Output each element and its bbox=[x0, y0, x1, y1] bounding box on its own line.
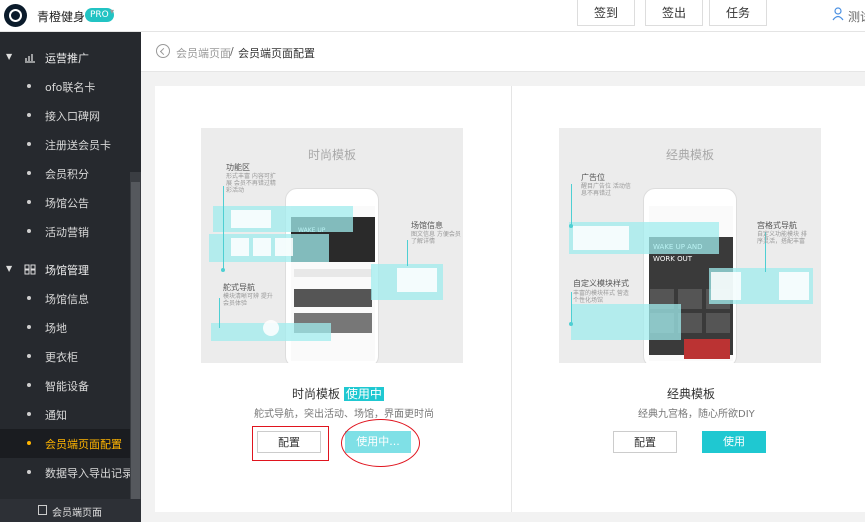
highlight-ellipse bbox=[341, 419, 420, 467]
annotation-rudder-nav: 舵式导航 bbox=[223, 283, 255, 292]
divider bbox=[511, 86, 512, 512]
template-desc-classic: 经典九宫格，随心所欲DIY bbox=[638, 409, 755, 420]
breadcrumb-parent[interactable]: 会员端页面 bbox=[176, 45, 231, 61]
sidebar-item-announcement[interactable]: 场馆公告 bbox=[0, 188, 130, 217]
caret-down-icon: ▼ bbox=[6, 52, 13, 61]
caret-down-icon: ▼ bbox=[6, 264, 13, 273]
check-out-button[interactable]: 签出 bbox=[645, 0, 703, 26]
template-name-fashion: 时尚模板 使用中 bbox=[292, 387, 384, 401]
sidebar-group-marketing[interactable]: ▼ 运营推广 bbox=[0, 44, 141, 72]
check-in-button[interactable]: 签到 bbox=[577, 0, 635, 26]
sidebar: ▼ 运营推广 ofo联名卡 接入口碑网 注册送会员卡 会员积分 场馆公告 活动营… bbox=[0, 32, 141, 522]
sidebar-item-register-card[interactable]: 注册送会员卡 bbox=[0, 130, 130, 159]
annotation-venue-info: 场馆信息 bbox=[411, 221, 443, 230]
template-panel: 时尚模板 WAKE UP 功能区 形式丰富 内容可扩展 会员不再错过精彩活动 场… bbox=[155, 86, 865, 512]
sidebar-footer[interactable]: 会员端页面 bbox=[0, 499, 141, 522]
sidebar-item-smart-device[interactable]: 智能设备 bbox=[0, 371, 130, 400]
sidebar-item-data-import-export[interactable]: 数据导入导出记录 bbox=[0, 458, 133, 487]
annotation-ad-slot: 广告位 bbox=[581, 173, 605, 182]
app-logo bbox=[4, 4, 27, 27]
sidebar-item-points[interactable]: 会员积分 bbox=[0, 159, 130, 188]
annotation-grid-nav: 宫格式导航 bbox=[757, 221, 797, 230]
chart-icon bbox=[25, 54, 35, 63]
annotation-function-area: 功能区 bbox=[226, 163, 250, 172]
sidebar-item-activity[interactable]: 活动营销 bbox=[0, 217, 130, 246]
user-name[interactable]: 测试 bbox=[848, 8, 865, 25]
app-name: 青橙健身 bbox=[37, 10, 86, 24]
classic-config-button[interactable]: 配置 bbox=[613, 431, 677, 453]
classic-use-button[interactable]: 使用 bbox=[702, 431, 766, 453]
top-bar: 青橙健身 PRO ▾ 签到 签出 任务 测试 bbox=[0, 0, 865, 32]
sidebar-item-locker[interactable]: 更衣柜 bbox=[0, 342, 130, 371]
highlight-rectangle bbox=[252, 426, 329, 461]
classic-template-preview: 经典模板 WAKE UP AND WORK OUT 广告位 醒目广告位 活动信息… bbox=[559, 128, 821, 363]
fashion-template-preview: 时尚模板 WAKE UP 功能区 形式丰富 内容可扩展 会员不再错过精彩活动 场… bbox=[201, 128, 463, 363]
template-name-classic: 经典模板 bbox=[667, 387, 716, 401]
user-icon[interactable] bbox=[832, 7, 844, 21]
breadcrumb-separator: / bbox=[230, 45, 234, 58]
sidebar-group-venue[interactable]: ▼ 场馆管理 bbox=[0, 256, 141, 284]
annotation-custom-module: 自定义模块样式 bbox=[573, 279, 629, 288]
template-desc-fashion: 舵式导航，突出活动、场馆，界面更时尚 bbox=[254, 409, 434, 420]
chevron-down-icon[interactable]: ▾ bbox=[110, 7, 114, 16]
tasks-button[interactable]: 任务 bbox=[709, 0, 767, 26]
in-use-badge: 使用中 bbox=[343, 387, 384, 401]
sidebar-item-venue-info[interactable]: 场馆信息 bbox=[0, 284, 130, 313]
breadcrumb: 会员端页面 / 会员端页面配置 bbox=[141, 32, 865, 72]
preview-title: 时尚模板 bbox=[307, 148, 356, 162]
sidebar-item-notice[interactable]: 通知 bbox=[0, 400, 130, 429]
back-icon[interactable] bbox=[156, 44, 170, 58]
sidebar-item-field[interactable]: 场地 bbox=[0, 313, 130, 342]
sidebar-scrollbar-thumb[interactable] bbox=[131, 182, 140, 502]
sidebar-item-ofo-card[interactable]: ofo联名卡 bbox=[0, 72, 130, 101]
preview-title: 经典模板 bbox=[665, 148, 714, 162]
breadcrumb-current: 会员端页面配置 bbox=[238, 47, 315, 60]
page-icon bbox=[38, 505, 47, 515]
sidebar-item-member-page-config[interactable]: 会员端页面配置 bbox=[0, 429, 130, 458]
sidebar-item-koubei[interactable]: 接入口碑网 bbox=[0, 101, 130, 130]
grid-icon bbox=[24, 264, 36, 275]
